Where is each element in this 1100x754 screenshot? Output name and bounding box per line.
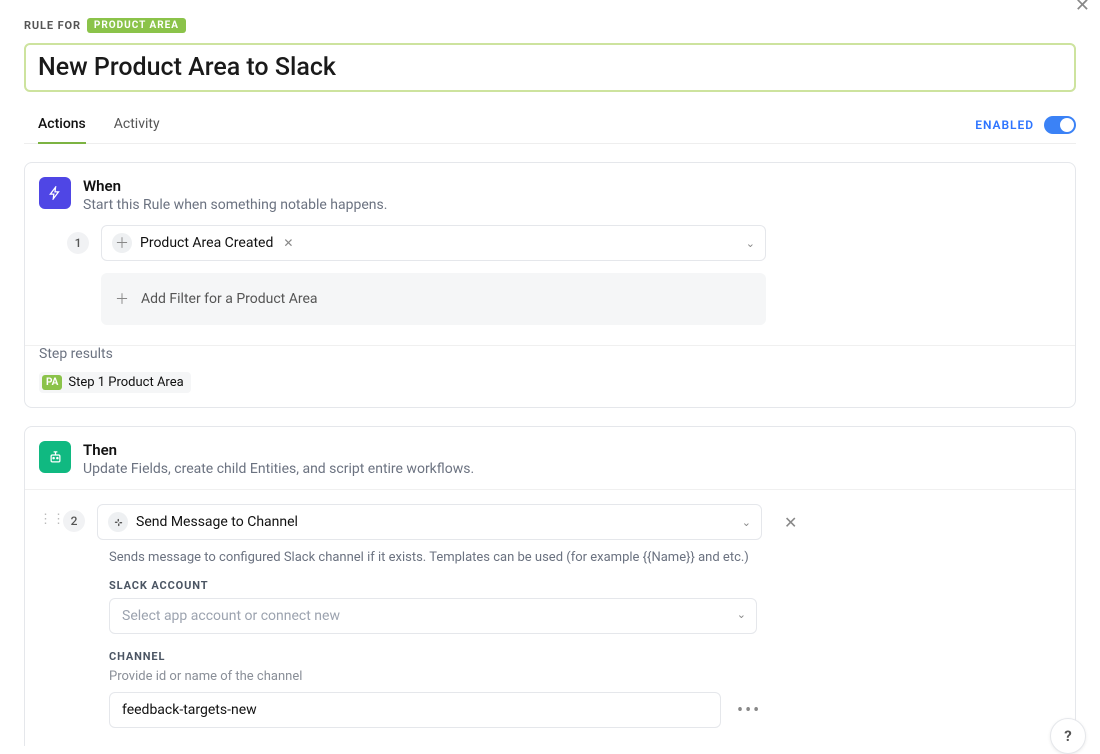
clear-trigger-icon[interactable]: ✕ (283, 236, 293, 250)
enabled-label: ENABLED (975, 118, 1034, 132)
trigger-select[interactable]: ＋ Product Area Created ✕ ⌄ (101, 225, 766, 261)
step-results-label: Step results (39, 346, 1061, 362)
trigger-label: Product Area Created (140, 235, 273, 251)
then-subtitle: Update Fields, create child Entities, an… (83, 461, 474, 477)
action-label: Send Message to Channel (136, 514, 298, 530)
help-button[interactable]: ? (1050, 718, 1086, 754)
add-filter-button[interactable]: ＋ Add Filter for a Product Area (101, 273, 766, 325)
slack-icon (108, 512, 128, 532)
step-result-pill[interactable]: PA Step 1 Product Area (39, 372, 191, 393)
when-title: When (83, 177, 387, 195)
drag-handle-icon[interactable]: ⋮⋮ (39, 512, 51, 527)
chevron-down-icon: ⌄ (742, 516, 751, 529)
chevron-down-icon: ⌄ (746, 237, 755, 250)
step-number-1: 1 (67, 232, 89, 254)
step-number-2: 2 (63, 510, 85, 532)
lightning-icon (39, 177, 71, 209)
plus-icon: ＋ (115, 289, 129, 309)
tab-actions[interactable]: Actions (38, 106, 86, 144)
channel-label: CHANNEL (109, 650, 1061, 663)
rule-for-text: RULE FOR (24, 19, 81, 32)
close-icon[interactable]: ✕ (1075, 0, 1090, 16)
when-card: When Start this Rule when something nota… (24, 162, 1076, 408)
add-filter-label: Add Filter for a Product Area (141, 291, 318, 307)
plus-icon: ＋ (112, 233, 132, 253)
action-help-text: Sends message to configured Slack channe… (109, 550, 1061, 565)
pa-badge: PA (42, 375, 62, 390)
action-select[interactable]: Send Message to Channel ⌄ (97, 504, 762, 540)
channel-input[interactable] (109, 692, 721, 728)
when-subtitle: Start this Rule when something notable h… (83, 197, 387, 213)
robot-icon (39, 441, 71, 473)
channel-sublabel: Provide id or name of the channel (109, 669, 1061, 684)
enabled-toggle[interactable] (1044, 116, 1076, 134)
rule-for-chip: PRODUCT AREA (87, 18, 186, 33)
slack-account-label: SLACK ACCOUNT (109, 579, 1061, 592)
slack-account-placeholder: Select app account or connect new (122, 608, 340, 624)
rule-for-label: RULE FOR PRODUCT AREA (24, 18, 1076, 33)
step-result-text: Step 1 Product Area (68, 375, 183, 390)
slack-account-select[interactable]: Select app account or connect new ⌄ (109, 598, 757, 634)
more-options-icon[interactable]: ••• (737, 700, 761, 721)
then-title: Then (83, 441, 474, 459)
then-card: Then Update Fields, create child Entitie… (24, 426, 1076, 746)
chevron-down-icon: ⌄ (737, 608, 746, 621)
tab-activity[interactable]: Activity (114, 106, 160, 143)
rule-title-input[interactable] (24, 43, 1076, 92)
remove-action-icon[interactable]: ✕ (784, 513, 797, 532)
